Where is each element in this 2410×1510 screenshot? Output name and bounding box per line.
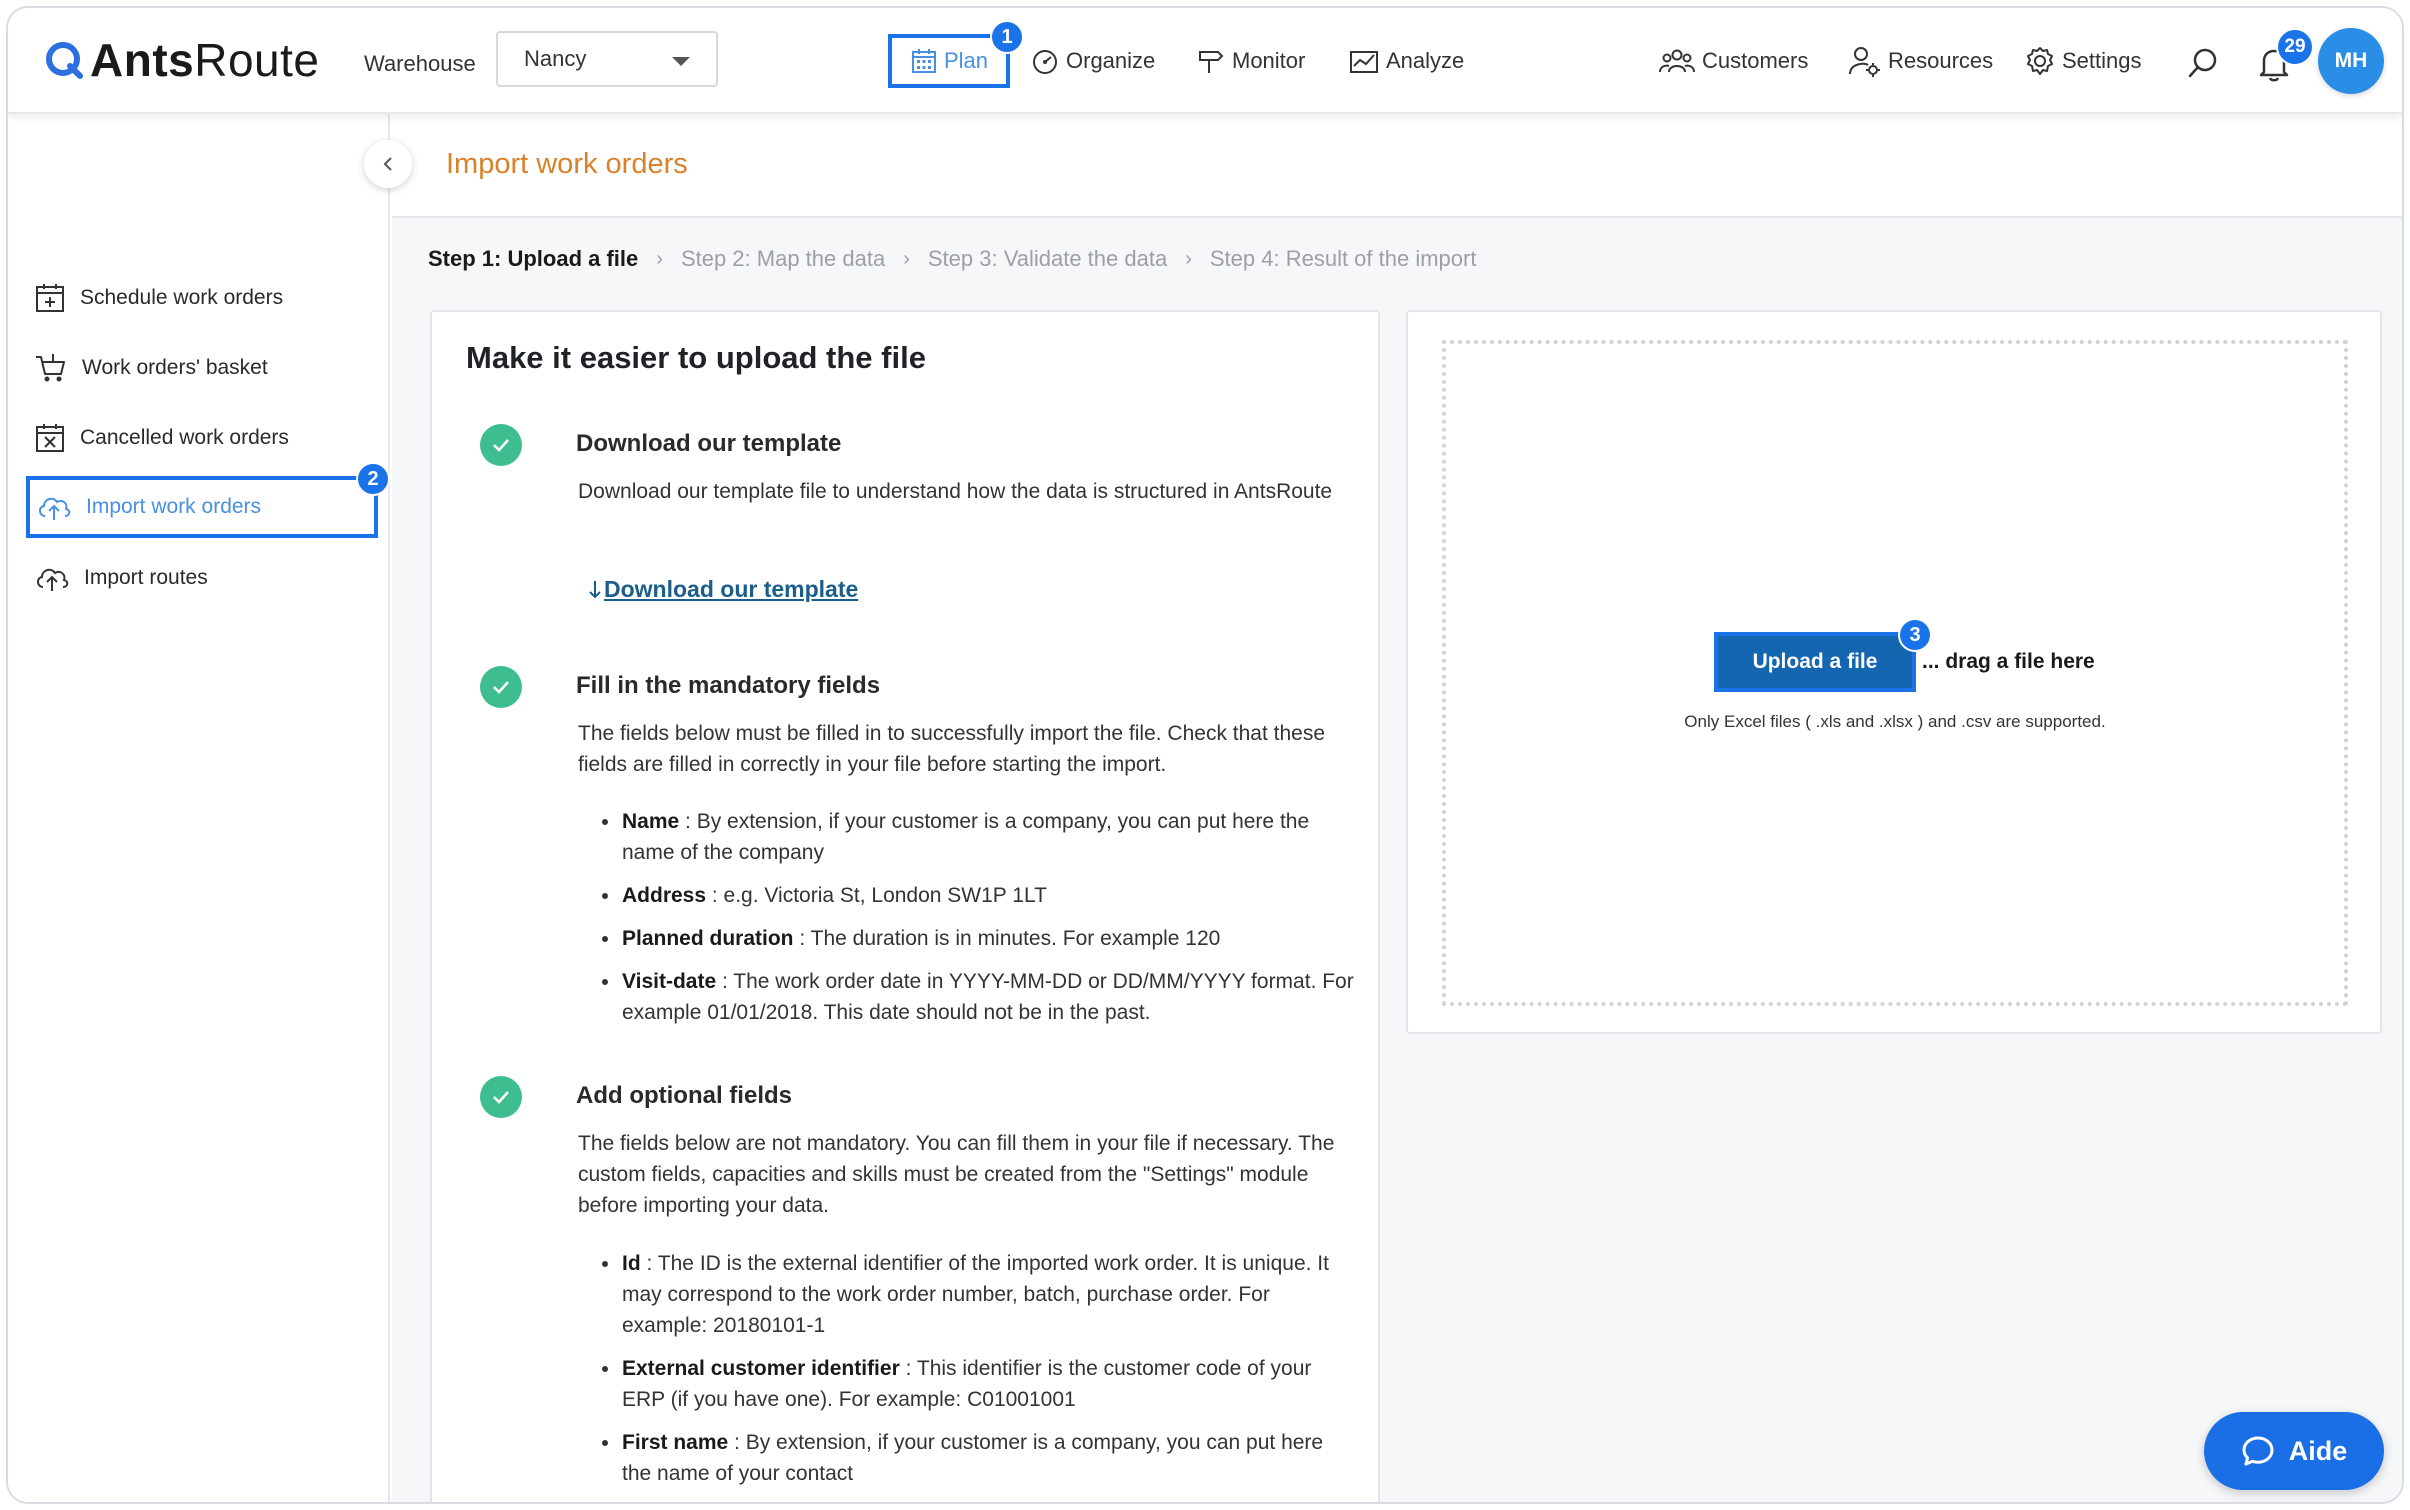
nav-analyze-label: Analyze — [1386, 48, 1465, 73]
import-steps: Step 1: Upload a file › Step 2: Map the … — [428, 246, 1476, 272]
drag-file-text: ... drag a file here — [1922, 650, 2095, 673]
download-template-link[interactable]: Download our template — [586, 576, 858, 603]
download-arrow-icon — [589, 580, 601, 598]
resources-icon — [1849, 47, 1880, 77]
check-circle-icon — [480, 666, 522, 708]
chevron-right-icon: › — [656, 247, 663, 270]
sidebar-item-label: Import work orders — [86, 495, 262, 518]
logo[interactable]: AntsRoute — [44, 32, 319, 88]
chevron-down-icon — [672, 57, 690, 66]
customers-icon — [1659, 49, 1695, 73]
warehouse-label: Warehouse — [364, 51, 476, 76]
step-4: Step 4: Result of the import — [1209, 246, 1477, 271]
optional-title: Add optional fields — [576, 1082, 792, 1109]
mandatory-field-list: Name : By extension, if your customer is… — [578, 806, 1358, 1040]
calendar-icon — [912, 49, 936, 73]
chevron-right-icon: › — [903, 247, 910, 270]
sidebar-item-label: Import routes — [84, 566, 208, 589]
calendar-plus-icon — [36, 284, 64, 312]
antsroute-logo-icon — [46, 42, 83, 79]
sidebar-item-work-orders-basket[interactable]: Work orders' basket — [34, 340, 268, 396]
download-template-label: Download our template — [604, 576, 859, 602]
notification-count-badge: 29 — [2276, 28, 2314, 66]
cloud-upload-icon — [39, 497, 71, 520]
list-item: External customer identifier : This iden… — [578, 1353, 1358, 1415]
optional-field-list: Id : The ID is the external identifier o… — [578, 1248, 1358, 1501]
nav-settings-label: Settings — [2062, 48, 2142, 73]
check-circle-icon — [480, 1076, 522, 1118]
nav-resources-label: Resources — [1888, 48, 1994, 73]
cart-icon — [36, 354, 65, 382]
file-dropzone[interactable]: Upload a file 3 ... drag a file here Onl… — [1442, 340, 2348, 1006]
nav-monitor-label: Monitor — [1232, 48, 1306, 73]
sidebar-item-import-routes[interactable]: Import routes — [34, 550, 208, 606]
template-text: Download our template file to understand… — [578, 480, 1333, 503]
sidebar-item-label: Work orders' basket — [82, 356, 268, 379]
upload-file-button[interactable]: Upload a file — [1714, 632, 1916, 692]
help-button-label: Aide — [2288, 1435, 2348, 1466]
chevron-right-icon: › — [1185, 247, 1192, 270]
nav-customers[interactable]: Customers — [1658, 34, 1808, 88]
nav-resources[interactable]: Resources — [1848, 34, 1993, 88]
upload-guide-card: Make it easier to upload the file Downlo… — [430, 310, 1380, 1502]
chevron-left-icon — [383, 157, 392, 171]
callout-badge-1: 1 — [990, 20, 1024, 54]
callout-badge-3: 3 — [1898, 618, 1932, 652]
step-3: Step 3: Validate the data — [927, 246, 1168, 271]
list-item: Visit-date : The work order date in YYYY… — [578, 966, 1358, 1028]
callout-badge-2: 2 — [356, 462, 390, 496]
search-icon[interactable] — [2186, 46, 2220, 80]
template-title: Download our template — [576, 430, 842, 457]
optional-text: The fields below are not mandatory. You … — [578, 1132, 1335, 1217]
top-header: AntsRoute Warehouse Nancy Plan 1 Organiz… — [8, 8, 2402, 114]
list-item: Planned duration : The duration is in mi… — [578, 923, 1358, 954]
sidebar-item-label: Cancelled work orders — [80, 426, 289, 449]
help-button[interactable]: Aide — [2204, 1412, 2384, 1490]
step-2: Step 2: Map the data — [680, 246, 886, 271]
warehouse-select[interactable]: Nancy — [496, 31, 718, 87]
upload-card: Upload a file 3 ... drag a file here Onl… — [1406, 310, 2382, 1034]
nav-plan-label: Plan — [944, 48, 989, 73]
check-circle-icon — [480, 424, 522, 466]
gauge-icon — [1033, 50, 1057, 74]
step-1: Step 1: Upload a file — [428, 246, 639, 271]
nav-organize[interactable]: Organize — [1030, 34, 1155, 88]
guide-title: Make it easier to upload the file — [466, 340, 926, 375]
signpost-icon — [1199, 51, 1224, 73]
nav-monitor[interactable]: Monitor — [1196, 34, 1305, 88]
nav-settings[interactable]: Settings — [2024, 34, 2142, 88]
warehouse-value: Nancy — [524, 46, 587, 71]
list-item: Address : e.g. Victoria St, London SW1P … — [578, 880, 1358, 911]
nav-customers-label: Customers — [1702, 48, 1809, 73]
nav-analyze[interactable]: Analyze — [1348, 34, 1464, 88]
list-item: First name : By extension, if your custo… — [578, 1427, 1358, 1489]
list-item: Name : By extension, if your customer is… — [578, 806, 1358, 868]
chart-icon — [1350, 51, 1378, 73]
sidebar: Schedule work orders Work orders' basket… — [8, 114, 390, 1502]
template-section: Download our template Download our templ… — [466, 424, 1346, 614]
cloud-upload-icon — [37, 568, 69, 591]
sidebar-item-cancelled-work-orders[interactable]: Cancelled work orders — [34, 410, 289, 466]
mandatory-text: The fields below must be filled in to su… — [578, 722, 1326, 776]
nav-organize-label: Organize — [1066, 48, 1156, 73]
page-title-bar: Import work orders — [392, 114, 2402, 218]
mandatory-title: Fill in the mandatory fields — [576, 672, 881, 699]
mandatory-section: Fill in the mandatory fields The fields … — [466, 666, 1354, 1046]
sidebar-item-import-work-orders[interactable]: Import work orders — [26, 476, 378, 538]
page-title: Import work orders — [446, 148, 688, 180]
app-window: AntsRoute Warehouse Nancy Plan 1 Organiz… — [6, 6, 2404, 1504]
avatar[interactable]: MH — [2318, 28, 2384, 94]
chat-bubble-icon — [2242, 1436, 2274, 1466]
collapse-sidebar-button[interactable] — [364, 140, 412, 188]
sidebar-item-label: Schedule work orders — [80, 286, 284, 309]
gear-icon — [2027, 47, 2053, 75]
logo-text: AntsRoute — [90, 34, 320, 86]
supported-formats-text: Only Excel files ( .xls and .xlsx ) and … — [1684, 712, 2106, 731]
optional-section: Add optional fields The fields below are… — [466, 1076, 1346, 1496]
sidebar-item-schedule-work-orders[interactable]: Schedule work orders — [34, 270, 283, 326]
list-item: Id : The ID is the external identifier o… — [578, 1248, 1358, 1341]
calendar-x-icon — [36, 424, 64, 452]
